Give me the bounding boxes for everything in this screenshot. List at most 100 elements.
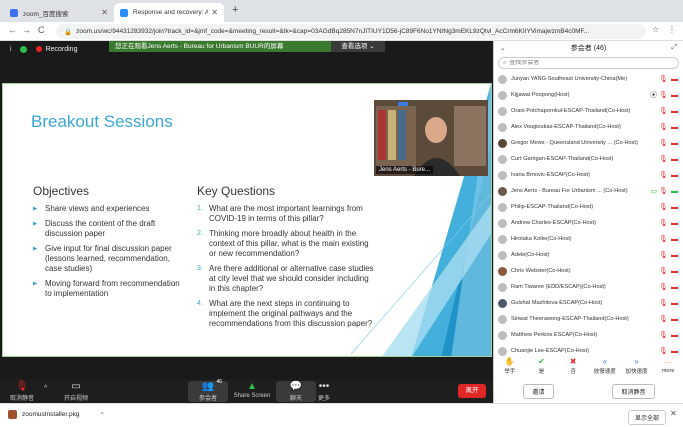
reaction-action-button[interactable]: ✖ 否 [558,357,588,375]
mic-muted-icon[interactable]: 🎙 [659,283,668,291]
reaction-action-button[interactable]: ✔ 是 [526,357,556,375]
invite-button[interactable]: 邀请 [523,384,554,399]
camera-icon[interactable]: ▬ [670,92,679,99]
start-video-button[interactable]: ▭ 开启视频 [56,381,96,402]
participant-row[interactable]: Gregor Mews - Queensland University ... … [494,135,683,151]
participant-name: Matthew Perkins ESCAP(Co-Host) [511,332,598,338]
mic-muted-icon[interactable]: 🎙 [659,299,668,307]
question-number: 4. [197,300,203,307]
mic-muted-icon[interactable]: 🎙 [659,107,668,115]
mic-muted-icon[interactable]: 🎙 [659,123,668,131]
reaction-action-button[interactable]: ✋ 举手 [495,357,525,375]
audio-options-chevron-icon[interactable]: ^ [44,385,47,392]
participant-row[interactable]: Alex Vougioukas-ESCAP-Thailand(Co-Host) 🎙… [494,119,683,135]
url-field[interactable]: 🔒 zoom.us/wc/94431283932/join?track_id=&… [56,24,646,39]
participant-row[interactable]: Adele(Co-Host) 🎙 ▬ [494,247,683,263]
camera-icon[interactable]: ▬ [670,220,679,227]
participant-row[interactable]: Jens Aerts - Bureau For Urbanism ... (Co… [494,183,683,199]
camera-icon[interactable]: ▬ [670,236,679,243]
reaction-more-button[interactable]: ⋯ more [653,358,683,374]
reaction-action-button[interactable]: « 放慢速度 [590,357,620,375]
recording-label: Recording [45,45,78,53]
more-icon: ••• [318,381,330,392]
participant-search-input[interactable] [509,60,650,66]
unmute-me-button[interactable]: 取消静音 [612,384,655,399]
participant-row[interactable]: Philip-ESCAP-Thailand(Co-Host) 🎙 ▬ [494,199,683,215]
unmute-button[interactable]: 🎙 取消静音 [2,381,42,402]
leave-button[interactable]: 离开 [458,384,486,398]
security-shield-icon[interactable] [19,45,27,53]
mic-muted-icon[interactable]: 🎙 [659,75,668,83]
camera-icon[interactable]: ▬ [670,300,679,307]
mic-muted-icon: 🎙 [15,381,29,392]
mic-muted-icon[interactable]: 🎙 [659,331,668,339]
mic-muted-icon[interactable]: 🎙 [659,251,668,259]
mic-muted-icon[interactable]: 🎙 [659,219,668,227]
participant-search[interactable]: ⌕ [498,57,679,69]
participant-row[interactable]: Andrew Charles-ESCAP(Co-Host) 🎙 ▬ [494,215,683,231]
mic-muted-icon[interactable]: 🎙 [659,139,668,147]
download-item[interactable]: zoomusInstaller.pkg ⌃ [8,410,105,419]
mic-muted-icon[interactable]: 🎙 [659,235,668,243]
participants-button[interactable]: 👥 46 参会者 [188,379,228,402]
bookmark-star-icon[interactable]: ☆ [652,25,659,34]
close-download-bar-icon[interactable]: ✕ [670,409,677,418]
speaker-video[interactable]: Jens Aerts - Bure... [374,100,488,176]
participant-row[interactable]: Junyan YANG-Southeast University-China(M… [494,71,683,87]
participant-row[interactable]: Ivana Brnovic-ESCAP(Co-Host) 🎙 ▬ [494,167,683,183]
meeting-info-icon[interactable]: i [10,46,12,53]
mic-muted-icon[interactable]: 🎙 [659,155,668,163]
avatar [498,202,507,212]
camera-icon[interactable]: ▬ [670,284,679,291]
reaction-action-button[interactable]: » 加快速度 [621,357,651,375]
mic-muted-icon[interactable]: 🎙 [659,171,668,179]
mic-muted-icon[interactable]: 🎙 [659,267,668,275]
participant-row[interactable]: Curt Garrigan-ESCAP-Thailand(Co-Host) 🎙 ▬ [494,151,683,167]
mic-muted-icon[interactable]: 🎙 [659,315,668,323]
participant-row[interactable]: Kijjawat Poopong(Host) ⦿ 🎙 ▬ [494,87,683,103]
participant-row[interactable]: Ram Tiwaree (EDD/ESCAP)(Co-Host) 🎙 ▬ [494,279,683,295]
tab-zoom[interactable]: Response and recovery: A ✕ [114,3,224,22]
camera-icon[interactable]: ▬ [670,268,679,275]
camera-icon[interactable]: ▬ [670,124,679,131]
share-screen-button[interactable]: ▲ Share Screen [232,381,272,399]
forward-icon[interactable]: → [22,25,31,35]
tab-baidu[interactable]: zoom_百度搜索 ✕ [4,3,114,22]
view-options-button[interactable]: 查看选项 ⌄ [331,41,385,52]
new-tab-button[interactable]: + [232,4,238,16]
avatar [498,122,507,132]
back-icon[interactable]: ← [8,25,17,35]
mic-muted-icon[interactable]: 🎙 [659,91,668,99]
camera-icon[interactable]: ▬ [670,204,679,211]
participant-row[interactable]: Gulshat Mazhitova-ESCAP(Co-Host) 🎙 ▬ [494,295,683,311]
more-button[interactable]: ••• 更多 [304,381,344,402]
mic-muted-icon[interactable]: 🎙 [659,203,668,211]
collapse-chevron-icon[interactable]: ⌄ [500,44,506,52]
close-tab-icon[interactable]: ✕ [211,8,218,17]
popout-icon[interactable]: ⤢ [671,44,677,52]
question-text: What are the next steps in continuing to… [209,299,373,328]
camera-icon[interactable]: ▬ [670,172,679,179]
browser-menu-icon[interactable]: ⋮ [668,25,676,34]
participant-row[interactable]: Matthew Perkins ESCAP(Co-Host) 🎙 ▬ [494,327,683,343]
avatar [498,298,507,308]
mic-muted-icon[interactable]: 🎙 [659,187,668,195]
participant-row[interactable]: Hirotaka Koike(Co-Host) 🎙 ▬ [494,231,683,247]
reload-icon[interactable]: C [38,25,45,35]
camera-icon[interactable]: ▬ [670,332,679,339]
participants-header: ⌄ 参会者 (46) ⤢ [494,41,683,55]
participant-row[interactable]: Orani Potchapornkul-ESCAP-Thailand(Co-Ho… [494,103,683,119]
objective-item: Moving forward from recommendation to im… [33,279,183,299]
camera-icon[interactable]: ▬ [670,108,679,115]
camera-icon[interactable]: ▬ [670,76,679,83]
camera-icon[interactable]: ▬ [670,252,679,259]
participant-row[interactable]: Chris Webster(Co-Host) 🎙 ▬ [494,263,683,279]
camera-icon[interactable]: ▬ [670,156,679,163]
participant-row[interactable]: Siriwat Theerawong-ESCAP-Thailand(Co-Hos… [494,311,683,327]
show-all-button[interactable]: 显示全部 [628,410,667,425]
download-menu-chevron-icon[interactable]: ⌃ [99,411,104,419]
camera-icon[interactable]: ▬ [670,188,679,195]
camera-icon[interactable]: ▬ [670,140,679,147]
close-tab-icon[interactable]: ✕ [101,8,108,17]
camera-icon[interactable]: ▬ [670,316,679,323]
